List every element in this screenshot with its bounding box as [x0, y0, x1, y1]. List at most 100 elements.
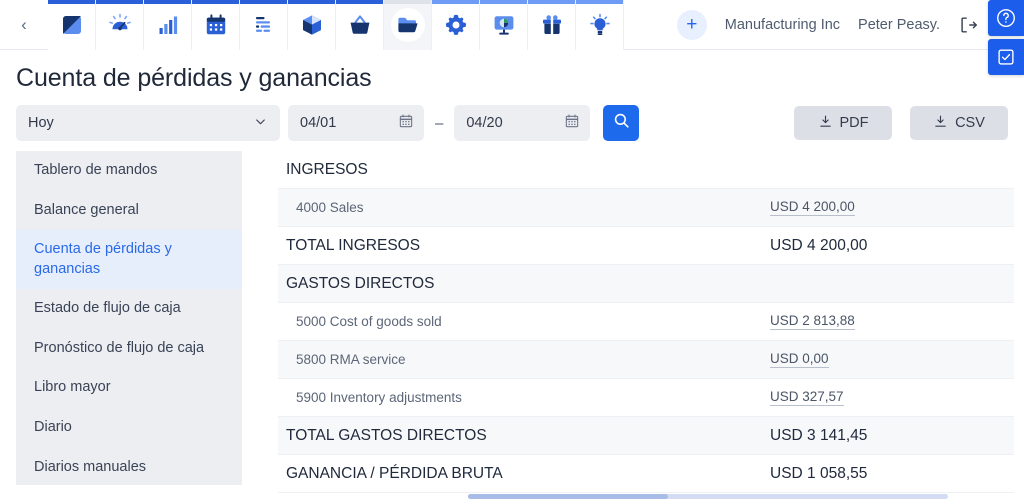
- row-amount-cell: USD 3 141,45: [770, 427, 1000, 445]
- table-row: TOTAL INGRESOS USD 4 200,00: [278, 227, 1014, 265]
- row-label: 5900 Inventory adjustments: [296, 390, 462, 405]
- table-row: TOTAL GASTOS DIRECTOS USD 3 141,45: [278, 417, 1014, 455]
- table-row: 5900 Inventory adjustments USD 327,57: [278, 379, 1014, 417]
- calendar-icon[interactable]: [564, 113, 580, 133]
- logout-icon[interactable]: [958, 15, 978, 35]
- nav-item-indicator: [336, 0, 383, 4]
- top-navigation-bar: ‹ + Manufacturing Inc Peter Peasy.: [0, 0, 1024, 75]
- row-amount-cell: USD 2 813,88: [770, 313, 1000, 330]
- nav-item-indicator: [192, 0, 239, 4]
- search-button[interactable]: [603, 105, 640, 141]
- gear-settings-icon: [444, 13, 468, 37]
- date-from-input[interactable]: 04/01: [288, 105, 424, 141]
- floating-action-buttons: [988, 0, 1024, 75]
- report-sidebar: Tablero de mandos Balance general Cuenta d…: [16, 151, 242, 485]
- nav-item-indicator: [240, 0, 287, 4]
- dashboard-gauge-icon: [107, 12, 133, 38]
- table-rows: INGRESOS 4000 Sales USD 4 200,00 TOTAL INGR…: [278, 151, 1014, 493]
- sidebar-item-label: Balance general: [34, 201, 139, 218]
- period-select[interactable]: Hoy: [16, 105, 280, 141]
- add-button[interactable]: +: [676, 9, 707, 40]
- profit-loss-table: INGRESOS 4000 Sales USD 4 200,00 TOTAL INGR…: [278, 151, 1014, 499]
- nav-icon-list: [48, 0, 624, 50]
- nav-item-indicator: [432, 0, 479, 4]
- sidebar-item-3[interactable]: Estado de flujo de caja: [16, 289, 242, 329]
- row-label: GANANCIA / PÉRDIDA BRUTA: [286, 464, 503, 482]
- row-amount-cell: USD 4 200,00: [770, 237, 1000, 255]
- horizontal-scrollbar[interactable]: [468, 494, 948, 499]
- nav-item-gift[interactable]: [528, 0, 576, 50]
- back-button[interactable]: ‹: [0, 0, 48, 50]
- row-label: TOTAL INGRESOS: [286, 236, 421, 254]
- sidebar-item-6[interactable]: Diario: [16, 408, 242, 448]
- calendar-icon: [204, 13, 228, 37]
- nav-item-indicator: [576, 0, 623, 4]
- nav-item-indicator: [144, 0, 191, 4]
- nav-item-indicator: [288, 0, 335, 4]
- contrast-square-icon: [60, 13, 84, 37]
- table-row: 5800 RMA service USD 0,00: [278, 341, 1014, 379]
- sidebar-item-label: Libro mayor: [34, 379, 111, 396]
- download-csv-label: CSV: [955, 115, 985, 131]
- nav-item-dashboard-gauge[interactable]: [96, 0, 144, 50]
- download-csv-button[interactable]: CSV: [910, 106, 1008, 140]
- nav-item-pie-chart-monitor[interactable]: [480, 0, 528, 50]
- scrollbar-thumb[interactable]: [468, 494, 668, 499]
- row-amount[interactable]: USD 2 813,88: [770, 313, 855, 330]
- page-body: Tablero de mandos Balance general Cuenta d…: [0, 151, 1024, 499]
- nav-item-indicator: [480, 0, 527, 4]
- nav-item-contrast-square[interactable]: [48, 0, 96, 50]
- search-icon: [612, 111, 631, 135]
- bar-chart-icon: [156, 13, 180, 37]
- row-amount-cell: USD 0,00: [770, 351, 1000, 368]
- date-range-separator: –: [435, 114, 444, 132]
- sidebar-item-2[interactable]: Cuenta de pérdidas y ganancias: [16, 230, 242, 290]
- checkbox-check-icon[interactable]: [988, 39, 1024, 75]
- sidebar-item-0[interactable]: Tablero de mandos: [16, 151, 242, 191]
- user-name[interactable]: Peter Peasy.: [858, 17, 940, 33]
- nav-item-bar-chart[interactable]: [144, 0, 192, 50]
- table-row: 4000 Sales USD 4 200,00: [278, 189, 1014, 227]
- cube-box-icon: [300, 13, 324, 37]
- nav-item-list-tasks[interactable]: [240, 0, 288, 50]
- nav-item-indicator: [48, 0, 95, 4]
- sidebar-item-5[interactable]: Libro mayor: [16, 368, 242, 408]
- row-label: GASTOS DIRECTOS: [286, 274, 435, 292]
- nav-item-calendar[interactable]: [192, 0, 240, 50]
- nav-item-cube-box[interactable]: [288, 0, 336, 50]
- table-row: GASTOS DIRECTOS: [278, 265, 1014, 303]
- open-folder-icon: [390, 8, 425, 42]
- sidebar-item-4[interactable]: Pronóstico de flujo de caja: [16, 329, 242, 369]
- calendar-icon[interactable]: [398, 113, 414, 133]
- date-to-value: 04/20: [466, 115, 503, 131]
- sidebar-item-1[interactable]: Balance general: [16, 191, 242, 231]
- nav-item-open-folder[interactable]: [384, 0, 432, 50]
- row-amount-cell: USD 327,57: [770, 389, 1000, 406]
- row-amount: USD 3 141,45: [770, 426, 868, 444]
- row-amount-cell: USD 4 200,00: [770, 199, 1000, 216]
- sidebar-item-label: Tablero de mandos: [34, 162, 158, 178]
- row-amount[interactable]: USD 4 200,00: [770, 199, 855, 216]
- sidebar-item-7[interactable]: Diarios manuales: [16, 448, 242, 486]
- download-pdf-button[interactable]: PDF: [794, 106, 892, 140]
- row-amount[interactable]: USD 0,00: [770, 351, 829, 368]
- period-select-value: Hoy: [28, 115, 54, 131]
- sidebar-item-label: Diarios manuales: [34, 458, 147, 475]
- nav-item-lightbulb[interactable]: [576, 0, 624, 50]
- report-toolbar: Hoy 04/01 – 04/20 PDF CSV: [0, 93, 1024, 151]
- row-amount-cell: USD 1 058,55: [770, 465, 1000, 483]
- download-icon: [933, 114, 948, 133]
- company-name[interactable]: Manufacturing Inc: [725, 17, 840, 33]
- help-question-icon[interactable]: [988, 0, 1024, 36]
- row-amount[interactable]: USD 327,57: [770, 389, 844, 406]
- nav-item-shopping-basket[interactable]: [336, 0, 384, 50]
- row-amount: USD 4 200,00: [770, 236, 868, 254]
- date-from-value: 04/01: [300, 115, 337, 131]
- nav-item-gear-settings[interactable]: [432, 0, 480, 50]
- date-to-input[interactable]: 04/20: [454, 105, 591, 141]
- page-title: Cuenta de pérdidas y ganancias: [16, 64, 372, 92]
- account-area: + Manufacturing Inc Peter Peasy.: [624, 0, 1024, 49]
- row-label: 4000 Sales: [296, 200, 364, 215]
- table-row: INGRESOS: [278, 151, 1014, 189]
- row-label: 5800 RMA service: [296, 352, 406, 367]
